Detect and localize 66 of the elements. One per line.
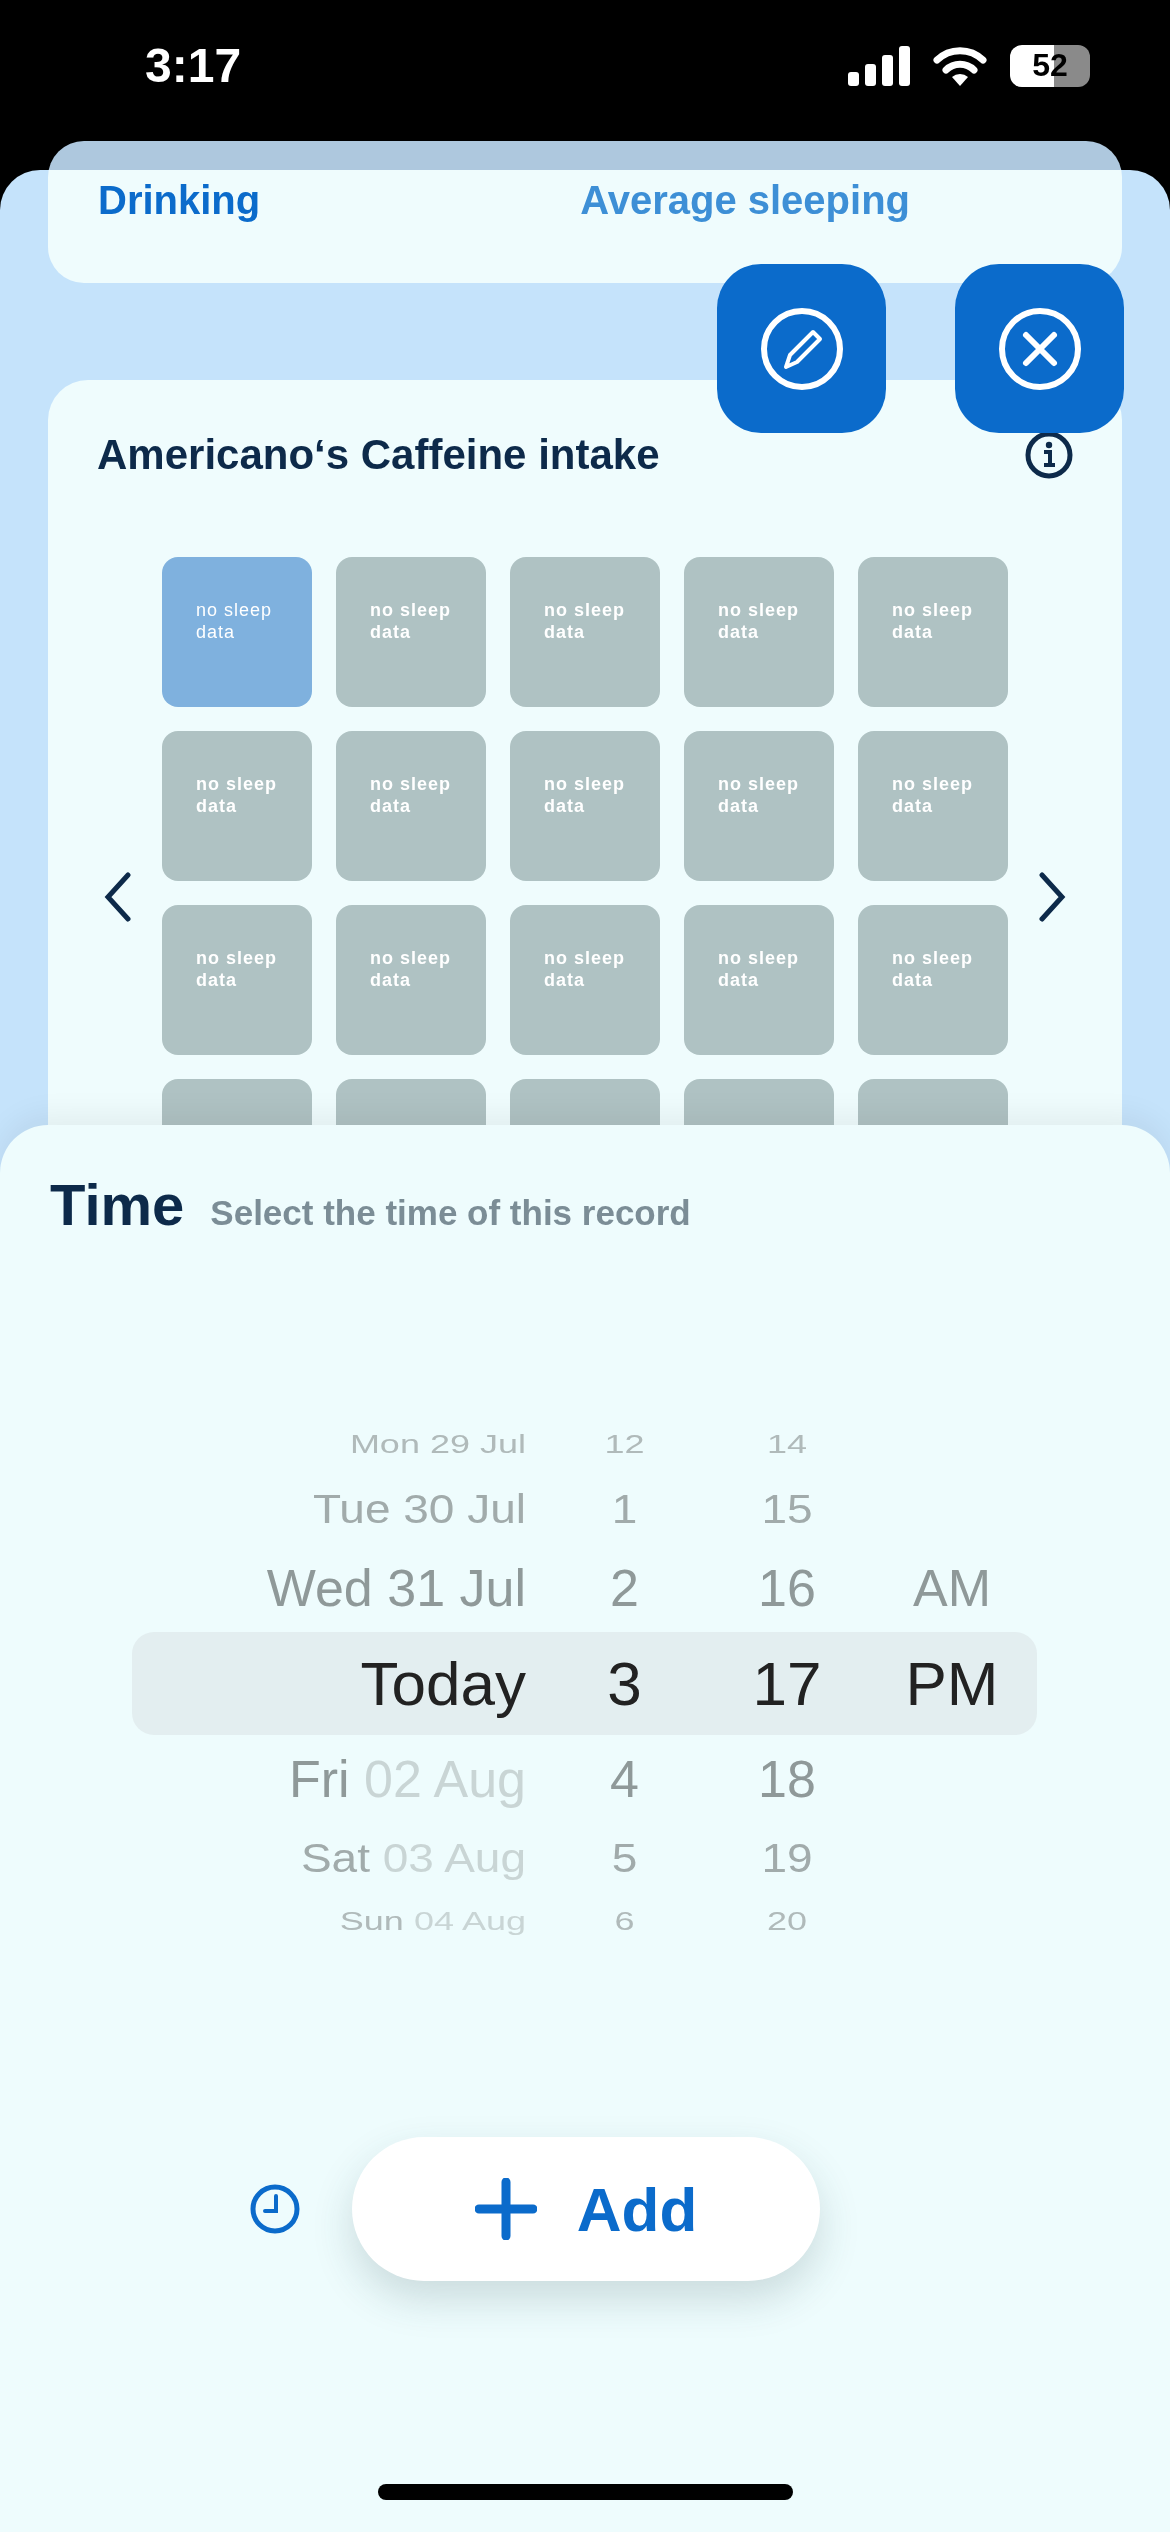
picker-item[interactable]: 4 — [610, 1753, 639, 1805]
cell-label: no sleep data — [544, 599, 627, 643]
cell-label: no sleep data — [544, 773, 627, 817]
cell-label: no sleep data — [370, 773, 453, 817]
picker-item[interactable]: 3 — [607, 1652, 642, 1715]
signal-icon — [848, 45, 910, 86]
chevron-left-icon — [104, 872, 132, 922]
clock-icon[interactable] — [249, 2183, 301, 2235]
sheet-title: Time — [50, 1171, 185, 1238]
picker-item[interactable]: 5 — [611, 1837, 638, 1879]
day-cell[interactable]: no sleep data — [684, 557, 834, 707]
picker-item[interactable]: 19 — [761, 1837, 813, 1879]
close-button[interactable] — [955, 264, 1124, 433]
battery-level: 52 — [1032, 47, 1068, 84]
cell-label: no sleep data — [892, 773, 975, 817]
chevron-right-icon — [1038, 872, 1066, 922]
day-cell[interactable]: no sleep data — [510, 731, 660, 881]
picker-item[interactable]: AM — [913, 1562, 991, 1614]
day-cell[interactable]: no sleep data — [684, 905, 834, 1055]
cell-label: no sleep data — [196, 773, 279, 817]
picker-item[interactable]: Tue 30 Jul — [312, 1488, 526, 1530]
sheet-subtitle: Select the time of this record — [210, 1193, 691, 1233]
edit-button[interactable] — [717, 264, 886, 433]
cell-label: no sleep data — [196, 599, 274, 643]
day-cell[interactable]: no sleep data — [336, 731, 486, 881]
day-cell[interactable]: no sleep data — [162, 557, 312, 707]
picker-item[interactable]: 1 — [611, 1488, 638, 1530]
status-time: 3:17 — [145, 38, 242, 93]
picker-item[interactable]: 18 — [758, 1753, 816, 1805]
picker-item[interactable]: Wed 31 Jul — [266, 1562, 526, 1614]
picker-item[interactable]: 16 — [758, 1562, 816, 1614]
cell-label: no sleep data — [370, 947, 453, 991]
day-cell[interactable]: no sleep data — [162, 731, 312, 881]
day-cell[interactable]: no sleep data — [336, 905, 486, 1055]
day-cell[interactable]: no sleep data — [510, 557, 660, 707]
cell-label: no sleep data — [370, 599, 453, 643]
day-cell[interactable]: no sleep data — [162, 905, 312, 1055]
day-cell[interactable]: no sleep data — [858, 557, 1008, 707]
day-cell[interactable]: no sleep data — [336, 557, 486, 707]
picker-item[interactable]: PM — [905, 1652, 999, 1715]
day-cell[interactable]: no sleep data — [684, 731, 834, 881]
cell-label: no sleep data — [892, 599, 975, 643]
picker-item[interactable]: 2 — [610, 1562, 639, 1614]
day-cell[interactable]: no sleep data — [510, 905, 660, 1055]
cell-label: no sleep data — [196, 947, 279, 991]
plus-icon — [474, 2178, 537, 2240]
wifi-icon — [932, 45, 988, 86]
picker-item[interactable]: 17 — [752, 1652, 822, 1715]
cell-label: no sleep data — [718, 773, 801, 817]
cell-label: no sleep data — [718, 599, 801, 643]
pencil-icon — [758, 305, 845, 392]
day-cell[interactable]: no sleep data — [858, 905, 1008, 1055]
cell-label: no sleep data — [544, 947, 627, 991]
picker-item[interactable]: 6 — [614, 1909, 635, 1935]
card-title: Americano‘s Caffeine intake — [97, 431, 660, 479]
add-button[interactable]: Add — [352, 2137, 820, 2281]
picker-item[interactable]: 14 — [766, 1432, 807, 1458]
cell-label: no sleep data — [892, 947, 975, 991]
picker-item[interactable]: 15 — [761, 1488, 813, 1530]
cell-label: no sleep data — [718, 947, 801, 991]
day-cell[interactable]: no sleep data — [858, 731, 1008, 881]
info-icon[interactable] — [1024, 430, 1074, 480]
close-icon — [996, 305, 1083, 392]
picker-item[interactable]: 12 — [604, 1432, 645, 1458]
picker-item[interactable]: 20 — [766, 1909, 807, 1935]
picker-item[interactable]: Mon 29 Jul — [349, 1432, 526, 1458]
